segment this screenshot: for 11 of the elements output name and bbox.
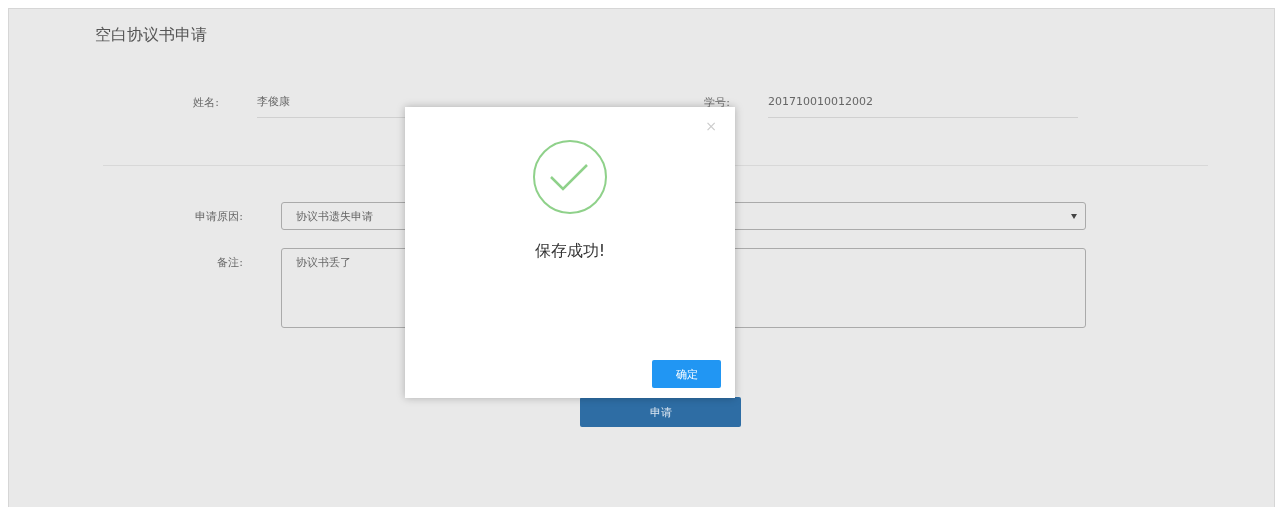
submit-button[interactable]: 申请	[580, 397, 741, 427]
confirm-button[interactable]: 确定	[652, 360, 721, 388]
field-label: 姓名:	[192, 95, 219, 110]
field-label: 备注:	[216, 255, 243, 270]
field-label: 学号:	[703, 95, 730, 110]
caret-icon	[1071, 213, 1077, 219]
check-circle-icon	[532, 139, 608, 215]
field-label: 申请原因:	[194, 209, 243, 224]
success-message: 保存成功!	[534, 241, 606, 262]
field-value: 201710010012002	[768, 95, 1078, 118]
page-title: 空白协议书申请	[95, 24, 208, 46]
